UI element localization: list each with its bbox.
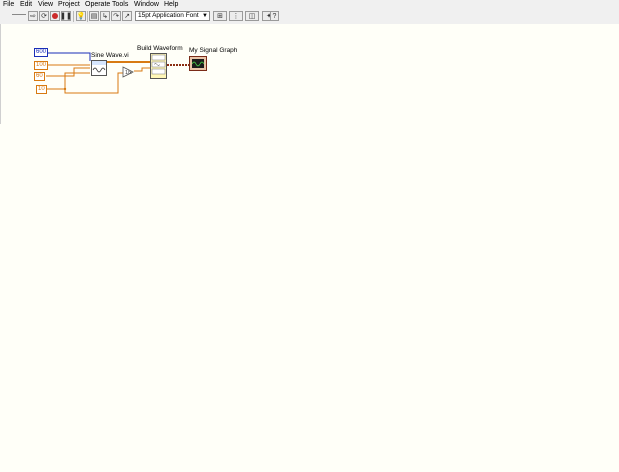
wire-junction <box>63 87 67 91</box>
sine-wave-subvi[interactable] <box>91 60 107 76</box>
reciprocal-glyph: 1/x <box>125 70 132 76</box>
wire-phase[interactable] <box>46 72 90 90</box>
sine-wave-label: Sine Wave.vi <box>91 52 129 59</box>
graph-screen-icon <box>191 59 205 68</box>
sine-wave-icon <box>92 61 106 73</box>
graph-label: My Signal Graph <box>189 47 238 54</box>
signal-graph-terminal[interactable] <box>189 56 207 71</box>
build-waveform-label: Build Waveform <box>137 45 183 52</box>
wire-frequency[interactable] <box>46 67 90 77</box>
constant-frequency[interactable]: 60 <box>34 72 45 81</box>
wire-samples[interactable] <box>46 52 91 61</box>
window-left-border <box>0 24 1 124</box>
constant-samples[interactable]: 600 <box>34 48 49 57</box>
build-waveform-icon <box>151 54 166 75</box>
build-waveform-node[interactable] <box>150 53 167 79</box>
wire-dt[interactable] <box>134 67 150 72</box>
constant-rate[interactable]: 10 <box>36 85 47 94</box>
constant-amplitude[interactable]: 100 <box>34 61 49 70</box>
